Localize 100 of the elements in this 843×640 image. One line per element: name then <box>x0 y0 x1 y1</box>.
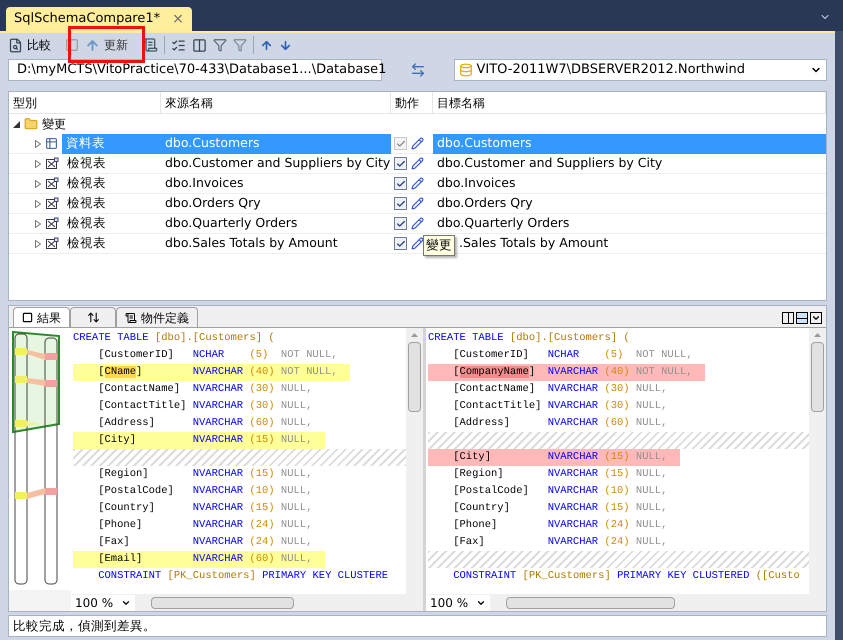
code-line: [ContactTitle] NVARCHAR (30) NULL, <box>97 399 314 414</box>
status-bar: 比較完成，偵測到差異。 <box>8 615 827 637</box>
split-vertical-icon[interactable] <box>782 312 794 324</box>
grid-row[interactable]: 檢視表 dbo.Invoices dbo.Invoices <box>9 174 826 194</box>
vertical-scrollbar[interactable] <box>809 328 826 594</box>
path-combo[interactable]: VITO-2011W7\DBSERVER2012.Northwind <box>454 59 827 81</box>
table-icon <box>45 137 58 150</box>
pencil-icon <box>411 137 424 150</box>
view-icon <box>45 237 59 250</box>
target-name-cell-text: dbo.Orders Qry <box>436 194 534 212</box>
view-icon <box>45 157 59 170</box>
database-icon <box>458 63 472 77</box>
code-line: [Region] NVARCHAR (15) NULL, <box>97 467 314 482</box>
filter-icon[interactable] <box>213 38 227 52</box>
stop-icon[interactable] <box>65 38 79 52</box>
view-icon <box>45 217 59 230</box>
code-line: [Address] NVARCHAR (60) NULL, <box>97 416 314 431</box>
target-name-cell-text: dbo.Quarterly Orders <box>436 214 570 232</box>
checkbox[interactable] <box>394 237 407 250</box>
type-cell-text: 檢視表 <box>66 194 107 212</box>
update-button[interactable]: 更新 <box>85 36 128 54</box>
code-line: [CustomerID] NCHAR (5) NOT NULL, <box>452 348 694 363</box>
type-cell-text: 檢視表 <box>66 234 107 252</box>
scroll-up-icon[interactable] <box>814 333 821 337</box>
compare-button[interactable]: 比較 <box>8 36 51 54</box>
source-name-cell-text: dbo.Sales Totals by Amount <box>164 234 339 252</box>
code-line: [Address] NVARCHAR (60) NULL, <box>452 416 668 431</box>
source-name-cell-text: dbo.Orders Qry <box>164 194 262 212</box>
grid-row[interactable]: 檢視表 dbo.Sales Totals by Amount 變更 .Sales Totals by Amount <box>9 234 826 254</box>
target-name-cell-text: .Sales Totals by Amount <box>458 234 610 252</box>
grid-row[interactable]: 檢視表 dbo.Quarterly Orders dbo.Quarterly Orders <box>9 214 826 234</box>
type-cell-text: 檢視表 <box>66 214 107 232</box>
zoom-combo[interactable]: 100 % <box>426 594 490 610</box>
checklist-icon[interactable] <box>171 38 186 52</box>
code-line: [Phone] NVARCHAR (24) NULL, <box>452 518 668 533</box>
grid-row[interactable]: 檢視表 dbo.Customer and Suppliers by City dbo.Customer and Suppliers by City <box>9 154 826 174</box>
scroll-up-icon[interactable] <box>411 333 418 337</box>
column-header[interactable]: 來源名稱 <box>161 92 391 113</box>
document-tab[interactable]: SqlSchemaCompare1* × <box>6 7 192 31</box>
swap-icon[interactable] <box>410 62 426 78</box>
code-line: [ContactName] NVARCHAR (30) NULL, <box>452 382 668 397</box>
code-line: [PostalCode] NVARCHAR (10) NULL, <box>452 484 668 499</box>
checkbox[interactable] <box>394 177 407 190</box>
results-tab[interactable]: 結果 <box>13 307 70 327</box>
checkbox[interactable] <box>394 197 407 210</box>
code-line: CONSTRAINT [PK_Customers] PRIMARY KEY CLUSTERED ([Custo <box>453 569 800 584</box>
grid-row[interactable]: 檢視表 dbo.Orders Qry dbo.Orders Qry <box>9 194 826 214</box>
group-label: 變更 <box>42 116 66 133</box>
column-header[interactable]: 型別 <box>9 92 161 113</box>
folder-icon <box>24 117 38 131</box>
target-name-cell-text: dbo.Customer and Suppliers by City <box>436 154 664 172</box>
type-cell-text: 檢視表 <box>66 174 107 192</box>
checkbox[interactable] <box>394 217 407 230</box>
target-name-cell-text: dbo.Invoices <box>436 174 516 192</box>
code-line: [Region] NVARCHAR (15) NULL, <box>452 467 668 482</box>
type-cell-text: 檢視表 <box>66 154 107 172</box>
sort-icon <box>86 311 100 324</box>
tooltip: 變更 <box>423 235 455 256</box>
pencil-icon <box>411 217 424 230</box>
pencil-icon <box>411 177 424 190</box>
pencil-icon <box>411 237 424 250</box>
code-line: CONSTRAINT [PK_Customers] PRIMARY KEY CLUSTERE <box>98 569 388 584</box>
type-cell: 資料表 <box>62 134 161 154</box>
code-line: [CustomerID] NCHAR (5) NOT NULL, <box>97 348 339 363</box>
code-line: [Phone] NVARCHAR (24) NULL, <box>97 518 314 533</box>
expander-icon[interactable] <box>13 120 20 128</box>
view-icon <box>45 197 59 210</box>
script-icon[interactable] <box>142 37 158 53</box>
code-line: [Fax] NVARCHAR (24) NULL, <box>97 535 314 550</box>
scroll-thumb[interactable] <box>506 596 676 608</box>
down-arrow-icon[interactable] <box>279 38 292 52</box>
split-horizontal-icon[interactable] <box>796 312 808 324</box>
zoom-combo[interactable]: 100 % <box>71 594 135 610</box>
collapse-icon[interactable] <box>810 312 822 324</box>
code-line: [Country] NVARCHAR (15) NULL, <box>97 501 314 516</box>
scroll-thumb[interactable] <box>151 596 294 608</box>
object-definition-tab[interactable]: 物件定義 <box>116 307 198 327</box>
code-line: [Country] NVARCHAR (15) NULL, <box>452 501 668 516</box>
target-name-cell: dbo.Customers <box>433 134 826 154</box>
code-line: [PostalCode] NVARCHAR (10) NULL, <box>97 484 314 499</box>
sort-tab[interactable] <box>70 307 116 327</box>
code-line: [ContactTitle] NVARCHAR (30) NULL, <box>452 399 668 414</box>
source-name-cell: dbo.Customers <box>161 134 391 154</box>
column-header[interactable]: 目標名稱 <box>433 92 826 113</box>
up-arrow-icon[interactable] <box>260 38 273 52</box>
close-button[interactable]: × <box>172 8 184 30</box>
code-line: CREATE TABLE [dbo].[Customers] ( <box>428 331 630 346</box>
source-name-cell-text: dbo.Quarterly Orders <box>164 214 298 232</box>
layout-icon[interactable] <box>192 38 207 52</box>
vertical-scrollbar[interactable] <box>406 328 423 594</box>
magnifier-document-icon <box>8 38 23 52</box>
column-header[interactable]: 動作 <box>391 92 433 113</box>
code-line: CREATE TABLE [dbo].[Customers] ( <box>73 331 275 346</box>
filter-icon[interactable] <box>233 38 247 52</box>
pencil-icon <box>411 197 424 210</box>
code-line: [ContactName] NVARCHAR (30) NULL, <box>97 382 314 397</box>
scroll-thumb[interactable] <box>408 342 421 412</box>
source-name-cell-text: dbo.Invoices <box>164 174 244 192</box>
scroll-thumb[interactable] <box>811 342 824 412</box>
checkbox[interactable] <box>394 157 407 170</box>
